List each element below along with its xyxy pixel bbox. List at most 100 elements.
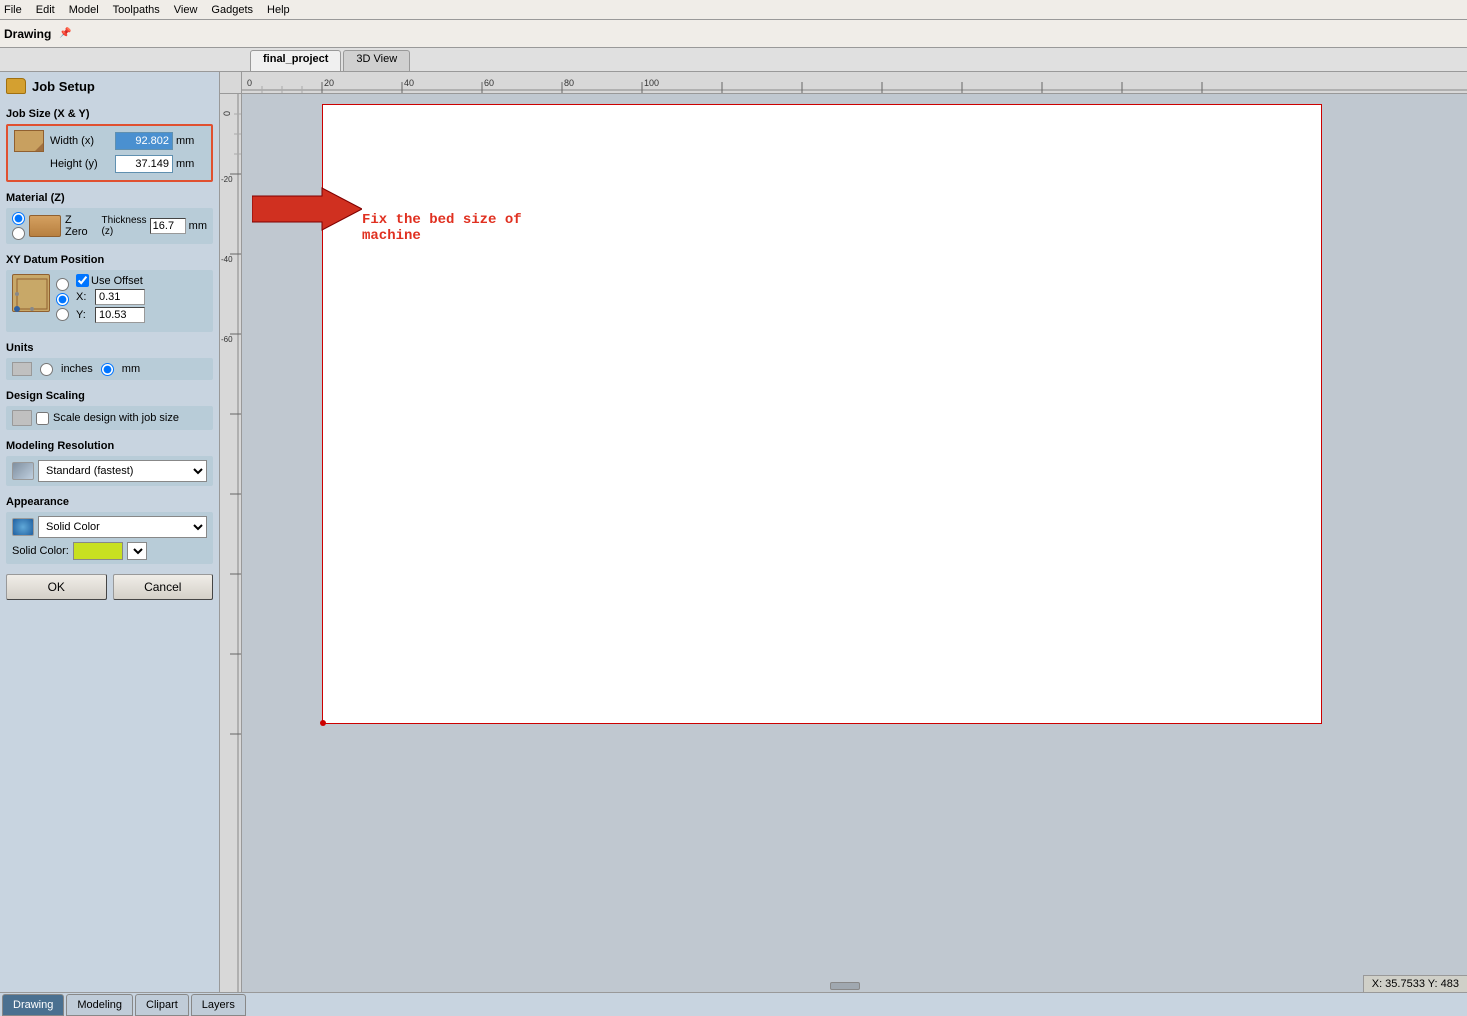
scaling-row: Scale design with job size [12,410,207,426]
datum-icon [12,274,50,312]
appearance-label: Appearance [6,496,213,508]
design-scaling-label: Design Scaling [6,390,213,402]
bottom-tab-clipart[interactable]: Clipart [135,994,189,1016]
inches-radio[interactable] [40,363,53,376]
thickness-input[interactable] [150,218,186,234]
bottom-tab-layers[interactable]: Layers [191,994,246,1016]
svg-text:80: 80 [564,78,574,88]
menu-edit[interactable]: Edit [36,4,55,16]
color-swatch [73,542,123,560]
ruler-horizontal: 0 20 40 60 80 100 [242,72,1467,94]
folder-icon [6,78,26,94]
svg-text:-20: -20 [221,175,233,184]
ruler-corner [220,72,242,94]
datum-pos-radio-3[interactable] [56,308,69,321]
menu-gadgets[interactable]: Gadgets [211,4,253,16]
svg-text:0: 0 [247,78,252,88]
svg-text:40: 40 [404,78,414,88]
units-box: inches mm [6,358,213,380]
use-offset-row: Use Offset X: Y: [56,274,207,325]
bottom-tab-bar: Drawing Modeling Clipart Layers [0,992,1467,1016]
menu-file[interactable]: File [4,4,22,16]
h-scrollbar-thumb[interactable] [830,982,860,990]
width-input[interactable]: 92.802 [115,132,173,150]
height-unit: mm [176,158,194,170]
svg-text:-40: -40 [221,255,233,264]
appearance-type-select[interactable]: Solid Color Texture Material [38,516,207,538]
material-row: Z Zero Thickness (z) mm [12,212,207,240]
scaling-box: Scale design with job size [6,406,213,430]
solid-color-row: Solid Color: ▼ [12,542,207,560]
appearance-box: Solid Color Texture Material Solid Color… [6,512,213,564]
width-unit: mm [176,135,194,147]
thickness-label: Thickness (z) [102,215,147,237]
x-label: X: [76,291,92,303]
use-offset-checkbox[interactable] [76,274,89,287]
width-label: Width (x) [50,135,115,147]
units-row: inches mm [12,362,207,376]
corner-marker [320,720,326,726]
annotation-arrow-svg [252,184,362,234]
left-panel: Job Setup Job Size (X & Y) Width (x) 92.… [0,72,220,992]
wood-icon [29,215,61,237]
color-dropdown[interactable]: ▼ [127,542,147,560]
toolbar: Drawing 📌 [0,20,1467,48]
bottom-tab-modeling[interactable]: Modeling [66,994,133,1016]
y-label: Y: [76,309,92,321]
inches-label: inches [61,363,93,375]
ok-button[interactable]: OK [6,574,107,600]
scale-checkbox-label: Scale design with job size [53,412,179,424]
modeling-row: Standard (fastest) High Very High Maximu… [12,460,207,482]
datum-pos-radio-2[interactable] [56,293,69,306]
job-size-icon [14,130,44,152]
modeling-resolution-select[interactable]: Standard (fastest) High Very High Maximu… [38,460,207,482]
solid-color-label: Solid Color: [12,545,69,557]
annotation-container [252,184,362,237]
main-layout: Job Setup Job Size (X & Y) Width (x) 92.… [0,72,1467,992]
material-box: Z Zero Thickness (z) mm [6,208,213,244]
datum-pos-radio-1[interactable] [56,278,69,291]
tab-final-project[interactable]: final_project [250,50,341,71]
z-zero-top-radio[interactable] [12,212,25,225]
job-size-label: Job Size (X & Y) [6,108,213,120]
job-size-box: Width (x) 92.802 mm Height (y) 37.149 mm [6,124,213,182]
drawing-area [322,104,1322,724]
panel-title: Job Setup [6,78,213,94]
z-zero-text: Z Zero [65,214,94,238]
ruler-vertical: 0 -20 -40 -60 [220,94,242,992]
buttons-row: OK Cancel [6,574,213,600]
datum-box: Use Offset X: Y: [6,270,213,332]
z-zero-bottom-radio[interactable] [12,227,25,240]
svg-text:60: 60 [484,78,494,88]
menu-help[interactable]: Help [267,4,290,16]
x-offset-input[interactable] [95,289,145,305]
toolbar-pin[interactable]: 📌 [59,28,71,39]
tab-bar: final_project 3D View [0,48,1467,72]
bottom-tab-drawing[interactable]: Drawing [2,994,64,1016]
mm-radio[interactable] [101,363,114,376]
cancel-button[interactable]: Cancel [113,574,214,600]
mm-label: mm [122,363,140,375]
appearance-icon [12,518,34,536]
panel-title-text: Job Setup [32,79,95,94]
material-z-label: Material (Z) [6,192,213,204]
height-label: Height (y) [50,158,115,170]
tab-3d-view[interactable]: 3D View [343,50,410,71]
menu-toolpaths[interactable]: Toolpaths [113,4,160,16]
scale-checkbox[interactable] [36,412,49,425]
modeling-icon [12,462,34,480]
xy-x-row: X: [76,289,145,305]
datum-inner: Use Offset X: Y: [12,274,207,328]
use-offset-check-row: Use Offset [76,274,145,287]
thickness-unit: mm [189,220,207,232]
z-zero-radio-group [12,212,25,240]
xy-datum-label: XY Datum Position [6,254,213,266]
z-zero-bottom-row [12,227,25,240]
menu-model[interactable]: Model [69,4,99,16]
y-offset-input[interactable] [95,307,145,323]
use-offset-label: Use Offset [91,275,143,287]
coord-display: X: 35.7533 Y: 483 [1363,975,1467,992]
menu-view[interactable]: View [174,4,198,16]
height-input[interactable]: 37.149 [115,155,173,173]
units-label: Units [6,342,213,354]
